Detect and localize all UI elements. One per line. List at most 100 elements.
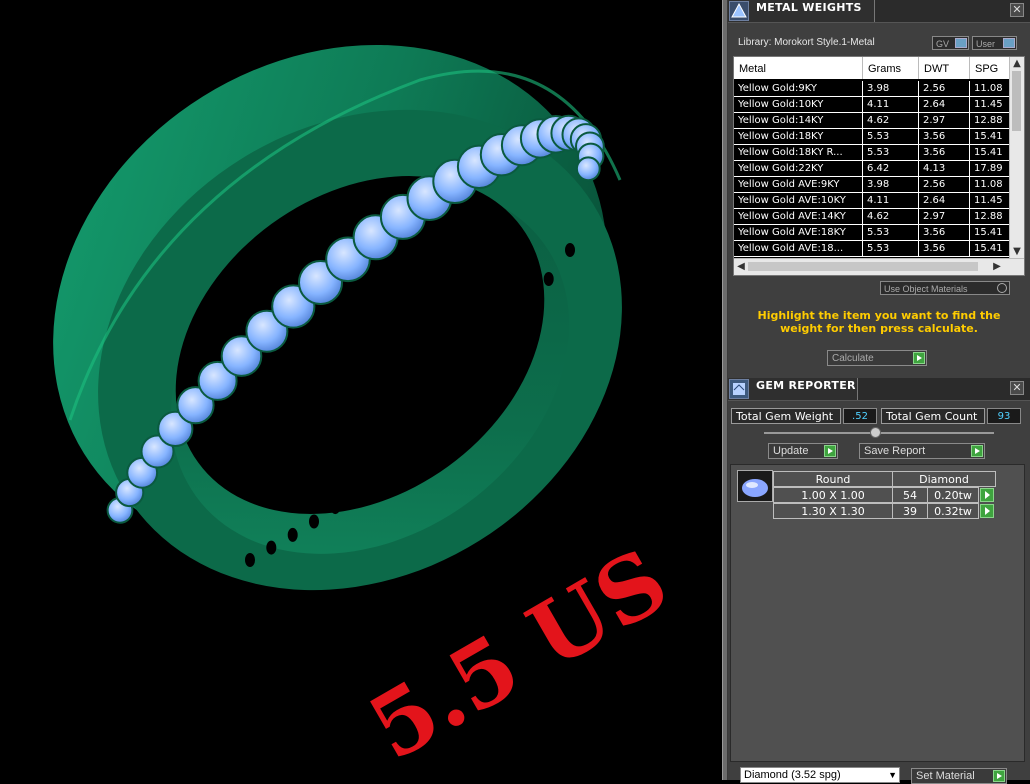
table-cell: Yellow Gold:18KY R... (734, 145, 863, 161)
gallery-hole (309, 514, 319, 529)
use-object-materials-toggle[interactable]: Use Object Materials (880, 281, 1010, 295)
gallery-hole (479, 355, 490, 370)
table-cell: 3.56 (919, 241, 970, 257)
table-cell: 2.97 (919, 113, 970, 129)
table-cell: 2.97 (919, 209, 970, 225)
table-cell: 5.53 (863, 241, 919, 257)
table-cell: 4.62 (863, 209, 919, 225)
gallery-hole (351, 484, 362, 499)
table-cell: 5.53 (863, 129, 919, 145)
material-select[interactable]: Diamond (3.52 spg) ▼ (740, 767, 900, 783)
table-cell: Yellow Gold AVE:10KY (734, 193, 863, 209)
scroll-down-icon[interactable]: ▼ (1011, 246, 1023, 258)
table-cell: Yellow Gold:10KY (734, 97, 863, 113)
total-gem-count-value: 93 (987, 408, 1021, 424)
save-report-label: Save Report (864, 445, 926, 457)
table-cell: 4.13 (919, 161, 970, 177)
table-row[interactable]: Yellow Gold:9KY 3.98 2.56 11.08 (734, 81, 1010, 97)
go-arrow-icon (993, 770, 1005, 782)
scroll-up-icon[interactable]: ▲ (1011, 58, 1023, 70)
slider-handle[interactable] (870, 427, 881, 438)
table-row[interactable]: Yellow Gold:18KY R... 5.53 3.56 15.41 (734, 145, 1010, 161)
table-cell: 17.89 (970, 161, 1010, 177)
gallery-hole (543, 272, 554, 286)
gem-weight-cell: 0.20tw (927, 487, 979, 503)
table-row[interactable]: Yellow Gold AVE:10KY 4.11 2.64 11.45 (734, 193, 1010, 209)
total-gem-weight-value: .52 (843, 408, 877, 424)
table-row[interactable]: Yellow Gold:22KY 6.42 4.13 17.89 (734, 161, 1010, 177)
close-icon[interactable]: ✕ (1010, 3, 1024, 17)
table-cell: 3.56 (919, 225, 970, 241)
table-row[interactable]: Yellow Gold:10KY 4.11 2.64 11.45 (734, 97, 1010, 113)
gem-reporter-title: GEM REPORTER (756, 379, 856, 392)
gallery-hole (373, 467, 383, 481)
horizontal-scrollbar[interactable]: ◀ ▶ (734, 258, 1024, 275)
table-row[interactable]: Yellow Gold AVE:18KY 5.53 3.56 15.41 (734, 225, 1010, 241)
gallery-hole (287, 527, 298, 542)
gem-report-list: Round Diamond 1.00 X 1.00 54 0.20tw 1.30 X … (730, 464, 1025, 762)
column-header[interactable]: SPG (970, 57, 1010, 79)
table-cell: Yellow Gold AVE:18... (734, 241, 863, 257)
scroll-thumb[interactable] (1012, 71, 1021, 131)
column-header[interactable]: Metal (734, 57, 863, 79)
table-cell: Yellow Gold:18KY (734, 129, 863, 145)
table-cell: 3.98 (863, 81, 919, 97)
save-report-button[interactable]: Save Report (859, 443, 985, 459)
gallery-hole (394, 448, 405, 463)
gallery-hole (415, 427, 426, 442)
scroll-left-icon[interactable]: ◀ (735, 261, 747, 273)
table-cell: 2.64 (919, 97, 970, 113)
row-go-button[interactable] (980, 488, 994, 502)
set-material-button[interactable]: Set Material (911, 768, 1007, 784)
gallery-hole (565, 243, 575, 257)
user-toggle[interactable]: User (972, 36, 1017, 50)
gv-toggle[interactable]: GV (932, 36, 969, 50)
table-cell: Yellow Gold AVE:14KY (734, 209, 863, 225)
row-go-button[interactable] (980, 504, 994, 518)
gallery-hole (501, 328, 511, 343)
gem-size-cell: 1.00 X 1.00 (773, 487, 893, 503)
table-cell: 11.08 (970, 177, 1010, 193)
go-arrow-icon (824, 445, 836, 457)
table-cell: 3.98 (863, 177, 919, 193)
update-button[interactable]: Update (768, 443, 838, 459)
table-cell: 4.11 (863, 97, 919, 113)
scroll-thumb[interactable] (748, 262, 978, 271)
table-cell: 3.56 (919, 129, 970, 145)
table-cell: Yellow Gold:9KY (734, 81, 863, 97)
table-cell: Yellow Gold AVE:9KY (734, 177, 863, 193)
table-row[interactable]: Yellow Gold AVE:14KY 4.62 2.97 12.88 (734, 209, 1010, 225)
metal-weights-table[interactable]: Metal Grams DWT SPG Yellow Gold:9KY 3.98 2… (733, 56, 1025, 276)
go-arrow-icon (913, 352, 925, 364)
gallery-hole (330, 500, 341, 515)
material-select-value: Diamond (3.52 spg) (744, 769, 841, 781)
table-row[interactable]: Yellow Gold:18KY 5.53 3.56 15.41 (734, 129, 1010, 145)
gem-stone (575, 156, 601, 182)
use-object-materials-label: Use Object Materials (884, 284, 968, 294)
gem-count-cell: 39 (892, 503, 928, 519)
3d-viewport[interactable]: 5.5 US (0, 0, 722, 780)
table-cell: Yellow Gold:14KY (734, 113, 863, 129)
table-header: Metal Grams DWT SPG (734, 57, 1010, 79)
table-cell: 5.53 (863, 145, 919, 161)
table-cell: 2.64 (919, 193, 970, 209)
calculate-button[interactable]: Calculate (827, 350, 927, 366)
table-cell: 5.53 (863, 225, 919, 241)
table-row[interactable]: Yellow Gold:14KY 4.62 2.97 12.88 (734, 113, 1010, 129)
scroll-right-icon[interactable]: ▶ (991, 261, 1003, 273)
table-cell: 12.88 (970, 209, 1010, 225)
close-icon[interactable]: ✕ (1010, 381, 1024, 395)
gem-shape-header: Round (773, 471, 893, 487)
table-row[interactable]: Yellow Gold AVE:9KY 3.98 2.56 11.08 (734, 177, 1010, 193)
column-header[interactable]: Grams (863, 57, 919, 79)
table-cell: 15.41 (970, 241, 1010, 257)
gem-count-cell: 54 (892, 487, 928, 503)
table-cell: 11.45 (970, 193, 1010, 209)
gallery-hole (437, 405, 447, 419)
gallery-hole (458, 381, 469, 395)
metal-weights-titlebar: METAL WEIGHTS ✕ (728, 0, 1030, 23)
column-header[interactable]: DWT (919, 57, 970, 79)
table-cell: 12.88 (970, 113, 1010, 129)
vertical-scrollbar[interactable]: ▲ ▼ (1009, 57, 1024, 259)
table-row[interactable]: Yellow Gold AVE:18... 5.53 3.56 15.41 (734, 241, 1010, 257)
